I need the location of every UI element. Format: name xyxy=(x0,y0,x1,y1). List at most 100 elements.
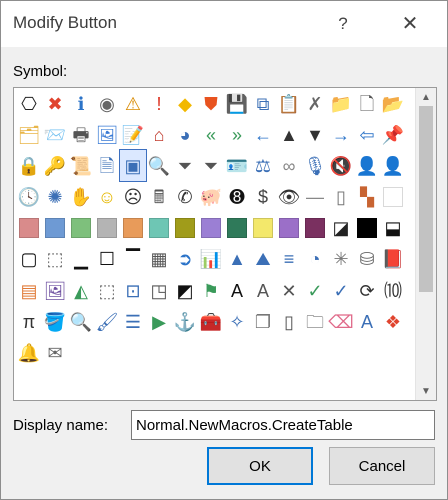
color-mosaic-icon[interactable]: ▚ xyxy=(354,182,380,213)
bell-icon[interactable]: 🔔 xyxy=(16,338,42,369)
piggy-bank-icon[interactable]: 🐖 xyxy=(198,182,224,213)
person-tie-icon[interactable]: 👤 xyxy=(354,150,380,181)
phone-icon[interactable]: ✆ xyxy=(172,182,198,213)
swatch-gray-icon[interactable] xyxy=(94,213,120,244)
circle-arrow-right-icon[interactable]: ➲ xyxy=(172,244,198,275)
swatch-olive-icon[interactable] xyxy=(172,213,198,244)
border-dashed-icon[interactable]: ⬚ xyxy=(42,244,68,275)
pi-icon[interactable]: π xyxy=(16,306,42,337)
folders-icon[interactable]: 🗂 xyxy=(16,119,42,150)
scroll-icon[interactable]: 📜 xyxy=(68,150,94,181)
delete-icon[interactable]: ✗ xyxy=(302,88,328,119)
vertical-scrollbar[interactable]: ▲ ▼ xyxy=(415,88,436,400)
pie-piece-icon[interactable]: ◔ xyxy=(302,244,328,275)
line-icon[interactable]: — xyxy=(302,182,328,213)
document-arrow-icon[interactable]: 🗎 xyxy=(94,150,120,181)
play-icon[interactable]: ▶ xyxy=(146,306,172,337)
open-folder-icon[interactable]: 📂 xyxy=(380,88,406,119)
swatch-salmon-icon[interactable] xyxy=(16,213,42,244)
swatch-yellow-icon[interactable] xyxy=(250,213,276,244)
eight-ball-icon[interactable]: ➑ xyxy=(224,182,250,213)
warning-diamond-icon[interactable]: ◆ xyxy=(172,88,198,119)
dotted-page-icon[interactable]: ⬚ xyxy=(94,275,120,306)
swatch-plum-icon[interactable] xyxy=(302,213,328,244)
brush-icon[interactable]: 🖌 xyxy=(94,306,120,337)
org-chart-icon[interactable]: ⎔ xyxy=(16,88,42,119)
portrait-icon[interactable]: ⊡ xyxy=(120,275,146,306)
display-name-input[interactable] xyxy=(131,410,435,440)
image-icon[interactable]: 🖼 xyxy=(94,119,120,150)
binary-icon[interactable]: ⑽ xyxy=(380,275,406,306)
eye-icon[interactable]: 👁 xyxy=(276,182,302,213)
cross-icon[interactable]: ✕ xyxy=(276,275,302,306)
toolbox-icon[interactable]: 🧰 xyxy=(198,306,224,337)
border-box-icon[interactable]: ▢ xyxy=(16,244,42,275)
bar-chart-icon[interactable]: 📊 xyxy=(198,244,224,275)
chart-area-icon[interactable]: ◭ xyxy=(68,275,94,306)
align-lines-icon[interactable]: ≡ xyxy=(276,244,302,275)
border-bottom-icon[interactable]: ⬓ xyxy=(380,213,406,244)
back-circle-icon[interactable]: ⇦ xyxy=(354,119,380,150)
arrow-right-icon[interactable]: → xyxy=(328,119,354,150)
frown-icon[interactable]: ☹ xyxy=(120,182,146,213)
corner-page-icon[interactable]: ◳ xyxy=(146,275,172,306)
swatch-blue-icon[interactable] xyxy=(42,213,68,244)
cone-icon[interactable]: ▲ xyxy=(224,244,250,275)
triangle-up-icon[interactable]: ▲ xyxy=(276,119,302,150)
text-a-shaded-icon[interactable]: A xyxy=(250,275,276,306)
clock-icon[interactable]: 🕓 xyxy=(16,182,42,213)
mail-folder-icon[interactable]: 📨 xyxy=(42,119,68,150)
paste-icon[interactable]: 📋 xyxy=(276,88,302,119)
tablet-icon[interactable]: ▯ xyxy=(276,306,302,337)
filter-icon[interactable]: ⏷ xyxy=(172,150,198,181)
swatch-violet-icon[interactable] xyxy=(198,213,224,244)
arrow-left-icon[interactable]: ← xyxy=(250,119,276,150)
home-icon[interactable]: ⌂ xyxy=(146,119,172,150)
page-icon[interactable]: 🗋 xyxy=(354,88,380,119)
shield-icon[interactable]: ⛊ xyxy=(198,88,224,119)
swatch-orange-icon[interactable] xyxy=(120,213,146,244)
double-right-icon[interactable]: » xyxy=(224,119,250,150)
close-button[interactable]: ✕ xyxy=(397,11,423,37)
filter2-icon[interactable]: ⏷ xyxy=(198,150,224,181)
network-icon[interactable]: ✺ xyxy=(42,182,68,213)
radar-icon[interactable]: ✳ xyxy=(328,244,354,275)
save-icon[interactable]: 💾 xyxy=(224,88,250,119)
list-icon[interactable]: ☰ xyxy=(120,306,146,337)
help-button[interactable]: ? xyxy=(331,11,355,37)
pin-icon[interactable]: 📌 xyxy=(380,119,406,150)
border-top-icon[interactable]: ▔ xyxy=(120,244,146,275)
note-icon[interactable]: 📝 xyxy=(120,119,146,150)
border-outline-icon[interactable]: ☐ xyxy=(94,244,120,275)
pie-chart-icon[interactable]: ◕ xyxy=(172,119,198,150)
ms-logo-icon[interactable]: ❖ xyxy=(380,306,406,337)
magnifier-icon[interactable]: 🔍 xyxy=(146,150,172,181)
refresh-icon[interactable]: ⟳ xyxy=(354,275,380,306)
checker-icon[interactable]: ▦ xyxy=(146,244,172,275)
text-style-icon[interactable]: A xyxy=(354,306,380,337)
scroll-up-button[interactable]: ▲ xyxy=(416,88,436,106)
mountain-icon[interactable]: ⛰ xyxy=(250,244,276,275)
zoom-icon[interactable]: 🔍 xyxy=(68,306,94,337)
check-icon[interactable]: ✓ xyxy=(302,275,328,306)
delete-circle-icon[interactable]: ✖ xyxy=(42,88,68,119)
scales-icon[interactable]: ⚖ xyxy=(250,150,276,181)
image-frame-icon[interactable]: 🖼 xyxy=(42,275,68,306)
dollar-icon[interactable]: $ xyxy=(250,182,276,213)
contact-card-icon[interactable]: 🪪 xyxy=(224,150,250,181)
diagonal-black-icon[interactable]: ◩ xyxy=(172,275,198,306)
smiley-icon[interactable]: ☺ xyxy=(94,182,120,213)
swatch-purple-icon[interactable] xyxy=(276,213,302,244)
microphone-icon[interactable]: 🎙 xyxy=(302,150,328,181)
target-icon[interactable]: ◉ xyxy=(94,88,120,119)
window-select-icon[interactable]: ▣ xyxy=(119,149,147,183)
swatch-black-icon[interactable] xyxy=(354,213,380,244)
folder-icon[interactable]: 📁 xyxy=(328,88,354,119)
ok-button[interactable]: OK xyxy=(207,447,313,485)
exclamation-icon[interactable]: ! xyxy=(146,88,172,119)
double-left-icon[interactable]: « xyxy=(198,119,224,150)
scroll-thumb[interactable] xyxy=(419,106,433,292)
mute-icon[interactable]: 🔇 xyxy=(328,150,354,181)
copy-pages-icon[interactable]: ❐ xyxy=(250,306,276,337)
swatch-darkgreen-icon[interactable] xyxy=(224,213,250,244)
